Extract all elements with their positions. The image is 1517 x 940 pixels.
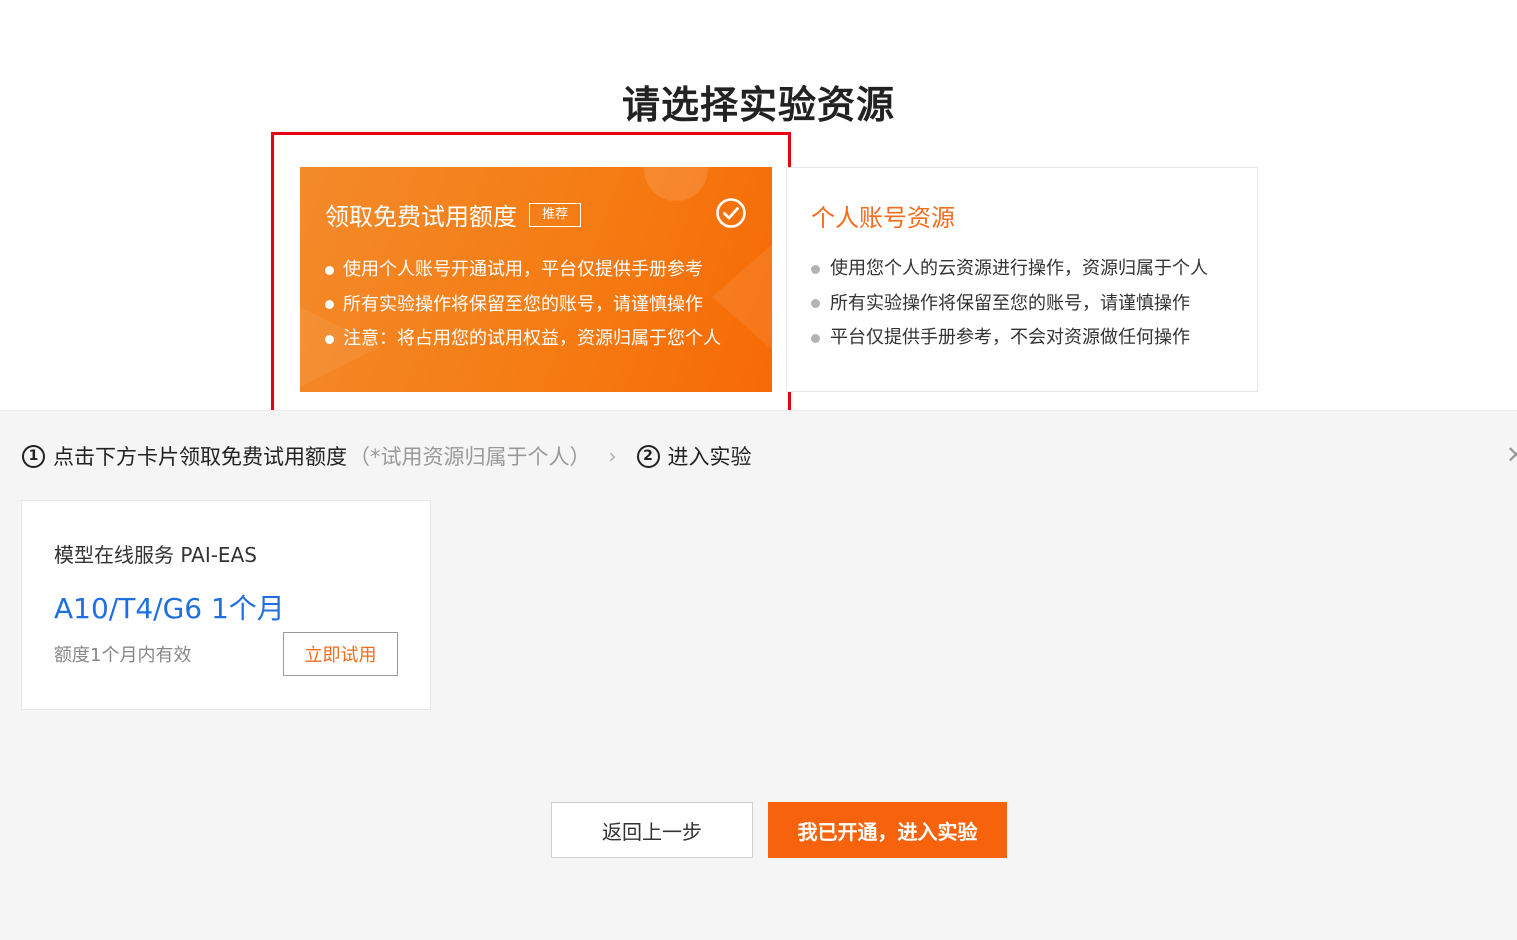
- step-1-label: 点击下方卡片领取免费试用额度: [53, 445, 347, 469]
- resource-spec: A10/T4/G6 1个月: [54, 592, 285, 625]
- resource-name: 模型在线服务 PAI-EAS: [54, 543, 257, 567]
- resource-validity: 额度1个月内有效: [54, 645, 192, 666]
- step-2-label: 进入实验: [667, 445, 752, 469]
- bullet-icon: [811, 264, 820, 274]
- chevron-right-icon: ›: [608, 444, 617, 468]
- trial-resource-panel: 1 点击下方卡片领取免费试用额度 （*试用资源归属于个人） › 2 进入实验 ✕…: [0, 410, 1517, 940]
- close-icon[interactable]: ✕: [1506, 441, 1517, 469]
- step-indicator: 1 点击下方卡片领取免费试用额度 （*试用资源归属于个人） › 2 进入实验: [22, 441, 752, 471]
- list-item: 平台仅提供手册参考，不会对资源做任何操作: [811, 321, 1208, 356]
- page-title: 请选择实验资源: [621, 83, 895, 127]
- try-now-button[interactable]: 立即试用: [283, 632, 398, 676]
- step-1-number: 1: [22, 444, 45, 468]
- selection-highlight-frame: [271, 132, 791, 418]
- step-1-hint: （*试用资源归属于个人）: [349, 445, 591, 469]
- personal-feature-list: 使用您个人的云资源进行操作，资源归属于个人 所有实验操作将保留至您的账号，请谨慎…: [811, 252, 1208, 356]
- step-2-number: 2: [636, 444, 660, 468]
- back-button[interactable]: 返回上一步: [551, 802, 753, 858]
- list-item: 使用您个人的云资源进行操作，资源归属于个人: [811, 252, 1208, 287]
- bullet-icon: [811, 299, 820, 309]
- list-item: 所有实验操作将保留至您的账号，请谨慎操作: [811, 287, 1208, 322]
- resource-card[interactable]: 模型在线服务 PAI-EAS A10/T4/G6 1个月 额度1个月内有效 立即…: [21, 500, 431, 710]
- resource-selection-area: 请选择实验资源 领取免费试用额度 推荐 使用个人账号开通试用，平台仅提供手册参考…: [0, 0, 1517, 418]
- personal-account-card[interactable]: 个人账号资源 使用您个人的云资源进行操作，资源归属于个人 所有实验操作将保留至您…: [786, 167, 1258, 392]
- personal-card-title: 个人账号资源: [811, 204, 955, 232]
- bullet-icon: [811, 333, 820, 343]
- enter-experiment-button[interactable]: 我已开通，进入实验: [768, 802, 1007, 858]
